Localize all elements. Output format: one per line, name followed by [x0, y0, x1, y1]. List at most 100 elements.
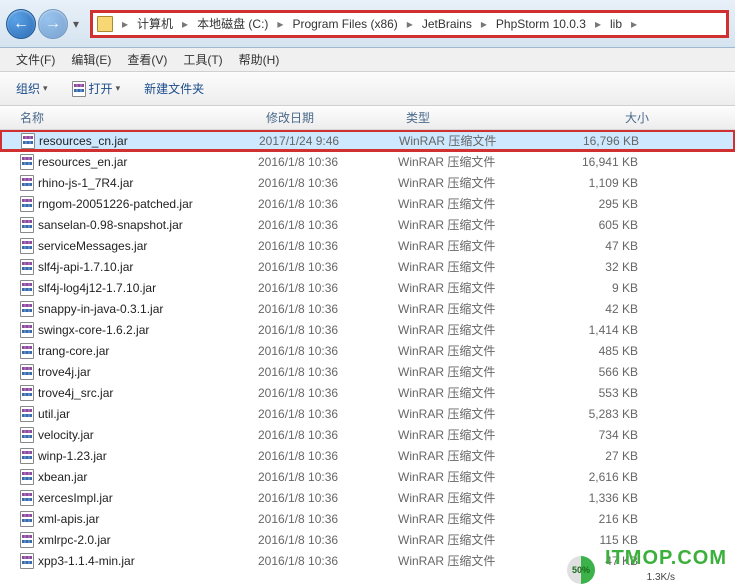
- back-button[interactable]: ←: [6, 9, 36, 39]
- file-name: xml-apis.jar: [38, 512, 99, 526]
- breadcrumb-item-lib[interactable]: lib: [606, 15, 626, 33]
- chevron-right-icon[interactable]: ▸: [272, 17, 288, 31]
- forward-button[interactable]: →: [38, 9, 68, 39]
- archive-icon: [20, 427, 34, 443]
- table-row[interactable]: xbean.jar2016/1/8 10:36WinRAR 压缩文件2,616 …: [0, 466, 735, 487]
- cell-type: WinRAR 压缩文件: [398, 321, 548, 338]
- breadcrumb-item-jetbrains[interactable]: JetBrains: [418, 15, 476, 33]
- table-row[interactable]: rhino-js-1_7R4.jar2016/1/8 10:36WinRAR 压…: [0, 172, 735, 193]
- archive-icon: [20, 532, 34, 548]
- cell-date: 2016/1/8 10:36: [258, 239, 398, 253]
- menu-file[interactable]: 文件(F): [10, 49, 61, 70]
- cell-date: 2016/1/8 10:36: [258, 344, 398, 358]
- cell-name: velocity.jar: [0, 427, 258, 443]
- file-name: slf4j-api-1.7.10.jar: [38, 260, 133, 274]
- cell-date: 2016/1/8 10:36: [258, 260, 398, 274]
- menu-view[interactable]: 查看(V): [121, 49, 173, 70]
- cell-size: 9 KB: [548, 281, 658, 295]
- table-row[interactable]: trang-core.jar2016/1/8 10:36WinRAR 压缩文件4…: [0, 340, 735, 361]
- table-row[interactable]: snappy-in-java-0.3.1.jar2016/1/8 10:36Wi…: [0, 298, 735, 319]
- chevron-right-icon[interactable]: ▸: [177, 17, 193, 31]
- cell-type: WinRAR 压缩文件: [398, 510, 548, 527]
- file-name: rngom-20051226-patched.jar: [38, 197, 193, 211]
- cell-size: 1,109 KB: [548, 176, 658, 190]
- table-row[interactable]: trove4j.jar2016/1/8 10:36WinRAR 压缩文件566 …: [0, 361, 735, 382]
- file-name: velocity.jar: [38, 428, 94, 442]
- file-name: rhino-js-1_7R4.jar: [38, 176, 133, 190]
- table-row[interactable]: util.jar2016/1/8 10:36WinRAR 压缩文件5,283 K…: [0, 403, 735, 424]
- new-folder-button[interactable]: 新建文件夹: [138, 77, 210, 100]
- cell-type: WinRAR 压缩文件: [399, 132, 549, 149]
- file-name: trove4j.jar: [38, 365, 91, 379]
- cell-name: xml-apis.jar: [0, 511, 258, 527]
- archive-icon: [20, 511, 34, 527]
- archive-icon: [20, 238, 34, 254]
- cell-name: swingx-core-1.6.2.jar: [0, 322, 258, 338]
- cell-size: 5,283 KB: [548, 407, 658, 421]
- chevron-right-icon[interactable]: ▸: [402, 17, 418, 31]
- cell-name: util.jar: [0, 406, 258, 422]
- table-row[interactable]: slf4j-api-1.7.10.jar 2016/1/8 10:36WinRAR…: [0, 256, 735, 277]
- table-row[interactable]: resources_en.jar2016/1/8 10:36WinRAR 压缩文…: [0, 151, 735, 172]
- archive-icon: [20, 448, 34, 464]
- chevron-right-icon[interactable]: ▸: [590, 17, 606, 31]
- column-size[interactable]: 大小: [548, 106, 658, 129]
- cell-size: 485 KB: [548, 344, 658, 358]
- folder-icon: [97, 16, 113, 32]
- cell-size: 553 KB: [548, 386, 658, 400]
- table-row[interactable]: slf4j-log4j12-1.7.10.jar2016/1/8 10:36Wi…: [0, 277, 735, 298]
- chevron-down-icon: ▾: [43, 83, 48, 94]
- column-date[interactable]: 修改日期: [258, 106, 398, 129]
- breadcrumb-item-computer[interactable]: 计算机: [133, 13, 177, 34]
- file-list[interactable]: resources_cn.jar2017/1/24 9:46WinRAR 压缩文…: [0, 130, 735, 586]
- breadcrumb-item-program-files[interactable]: Program Files (x86): [288, 15, 401, 33]
- table-row[interactable]: velocity.jar2016/1/8 10:36WinRAR 压缩文件734…: [0, 424, 735, 445]
- chevron-right-icon[interactable]: ▸: [476, 17, 492, 31]
- table-row[interactable]: winp-1.23.jar2016/1/8 10:36WinRAR 压缩文件27…: [0, 445, 735, 466]
- menu-edit[interactable]: 编辑(E): [65, 49, 117, 70]
- table-row[interactable]: resources_cn.jar2017/1/24 9:46WinRAR 压缩文…: [0, 130, 735, 151]
- cell-type: WinRAR 压缩文件: [398, 531, 548, 548]
- organize-button[interactable]: 组织 ▾: [10, 77, 54, 100]
- table-row[interactable]: xml-apis.jar2016/1/8 10:36WinRAR 压缩文件216…: [0, 508, 735, 529]
- file-name: winp-1.23.jar: [38, 449, 107, 463]
- cell-date: 2016/1/8 10:36: [258, 554, 398, 568]
- chevron-right-icon[interactable]: ▸: [117, 17, 133, 31]
- archive-icon: [20, 175, 34, 191]
- table-row[interactable]: rngom-20051226-patched.jar2016/1/8 10:36…: [0, 193, 735, 214]
- cell-size: 115 KB: [548, 533, 658, 547]
- table-row[interactable]: trove4j_src.jar2016/1/8 10:36WinRAR 压缩文件…: [0, 382, 735, 403]
- cell-size: 1,414 KB: [548, 323, 658, 337]
- table-row[interactable]: swingx-core-1.6.2.jar2016/1/8 10:36WinRA…: [0, 319, 735, 340]
- chevron-right-icon[interactable]: ▸: [626, 17, 642, 31]
- table-row[interactable]: sanselan-0.98-snapshot.jar2016/1/8 10:36…: [0, 214, 735, 235]
- breadcrumb[interactable]: ▸ 计算机 ▸ 本地磁盘 (C:) ▸ Program Files (x86) …: [90, 10, 729, 38]
- cell-type: WinRAR 压缩文件: [398, 405, 548, 422]
- breadcrumb-item-phpstorm[interactable]: PhpStorm 10.0.3: [492, 15, 590, 33]
- open-button[interactable]: 打开 ▾: [66, 77, 127, 100]
- archive-icon: [20, 196, 34, 212]
- cell-size: 47 KB: [548, 239, 658, 253]
- file-name: util.jar: [38, 407, 70, 421]
- table-row[interactable]: xercesImpl.jar2016/1/8 10:36WinRAR 压缩文件1…: [0, 487, 735, 508]
- archive-icon: [20, 154, 34, 170]
- cell-date: 2016/1/8 10:36: [258, 323, 398, 337]
- breadcrumb-item-drive-c[interactable]: 本地磁盘 (C:): [193, 13, 272, 34]
- cell-name: rhino-js-1_7R4.jar: [0, 175, 258, 191]
- menu-tools[interactable]: 工具(T): [177, 49, 228, 70]
- cell-type: WinRAR 压缩文件: [398, 363, 548, 380]
- history-dropdown[interactable]: ▾: [68, 10, 84, 38]
- column-name[interactable]: 名称: [0, 106, 258, 129]
- cell-size: 16,796 KB: [549, 134, 659, 148]
- cell-size: 42 KB: [548, 302, 658, 316]
- archive-icon: [20, 364, 34, 380]
- column-type[interactable]: 类型: [398, 106, 548, 129]
- table-row[interactable]: serviceMessages.jar2016/1/8 10:36WinRAR …: [0, 235, 735, 256]
- file-name: slf4j-log4j12-1.7.10.jar: [38, 281, 156, 295]
- cell-type: WinRAR 压缩文件: [398, 258, 548, 275]
- chevron-down-icon: ▾: [116, 83, 121, 94]
- cell-date: 2016/1/8 10:36: [258, 365, 398, 379]
- menu-help[interactable]: 帮助(H): [233, 49, 286, 70]
- cell-size: 295 KB: [548, 197, 658, 211]
- file-name: xercesImpl.jar: [38, 491, 113, 505]
